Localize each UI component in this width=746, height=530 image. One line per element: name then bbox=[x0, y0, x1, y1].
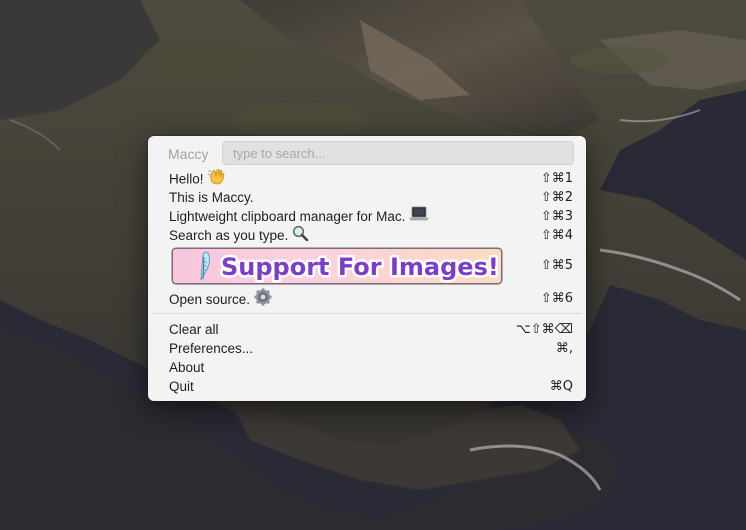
history-item-label: Lightweight clipboard manager for Mac. bbox=[169, 209, 406, 224]
history-item-2[interactable]: This is Maccy. ⇧⌘2 bbox=[148, 188, 586, 207]
gear-icon bbox=[254, 288, 272, 311]
app-title: Maccy bbox=[168, 146, 209, 162]
history-item-shortcut: ⇧⌘1 bbox=[540, 171, 573, 186]
history-item-6[interactable]: Open source. ⇧⌘6 bbox=[148, 288, 586, 308]
magnifier-icon bbox=[292, 225, 309, 246]
waving-hand-icon bbox=[207, 168, 226, 190]
search-row: Maccy bbox=[148, 141, 586, 167]
clear-all-shortcut: ⌥⇧⌘⌫ bbox=[515, 322, 573, 337]
quit-item[interactable]: Quit ⌘Q bbox=[148, 377, 586, 396]
history-item-shortcut: ⇧⌘3 bbox=[540, 209, 573, 224]
history-item-3[interactable]: Lightweight clipboard manager for Mac. ⇧… bbox=[148, 207, 586, 226]
history-item-label-wrap: Open source. bbox=[169, 288, 272, 312]
quit-shortcut: ⌘Q bbox=[549, 379, 573, 394]
history-item-label: This is Maccy. bbox=[169, 190, 254, 205]
laptop-icon bbox=[409, 206, 429, 226]
history-item-shortcut: ⇧⌘6 bbox=[540, 291, 573, 306]
clear-all-label: Clear all bbox=[169, 322, 219, 337]
preferences-item[interactable]: Preferences... ⌘, bbox=[148, 339, 586, 358]
menu-divider bbox=[152, 313, 582, 314]
history-item-shortcut: ⇧⌘4 bbox=[540, 228, 573, 243]
about-label: About bbox=[169, 360, 205, 375]
clear-all-item[interactable]: Clear all ⌥⇧⌘⌫ bbox=[148, 320, 586, 339]
image-caption-art: Support For Images! bbox=[219, 251, 502, 284]
history-item-label: Open source. bbox=[169, 292, 251, 308]
history-item-1[interactable]: Hello! ⇧⌘1 bbox=[148, 169, 586, 188]
history-item-shortcut: ⇧⌘5 bbox=[540, 258, 573, 273]
maccy-popup-menu: Maccy Hello! ⇧⌘1 This is Maccy. ⇧⌘2 Ligh… bbox=[148, 136, 586, 401]
preferences-label: Preferences... bbox=[169, 341, 254, 356]
quit-label: Quit bbox=[169, 379, 194, 394]
history-item-4[interactable]: Search as you type. ⇧⌘4 bbox=[148, 225, 586, 247]
about-item[interactable]: About bbox=[148, 358, 586, 377]
history-item-5-image[interactable]: Support For Images! ⇧⌘5 bbox=[148, 246, 586, 288]
preferences-shortcut: ⌘, bbox=[555, 341, 573, 356]
image-caption: Support For Images! bbox=[221, 253, 499, 281]
history-item-label: Search as you type. bbox=[169, 228, 289, 244]
history-item-shortcut: ⇧⌘2 bbox=[540, 190, 573, 205]
history-item-label: Hello! bbox=[169, 171, 204, 187]
search-input[interactable] bbox=[222, 141, 574, 165]
support-for-images-image: Support For Images! bbox=[173, 249, 501, 283]
history-item-label-wrap: Search as you type. bbox=[169, 225, 309, 247]
